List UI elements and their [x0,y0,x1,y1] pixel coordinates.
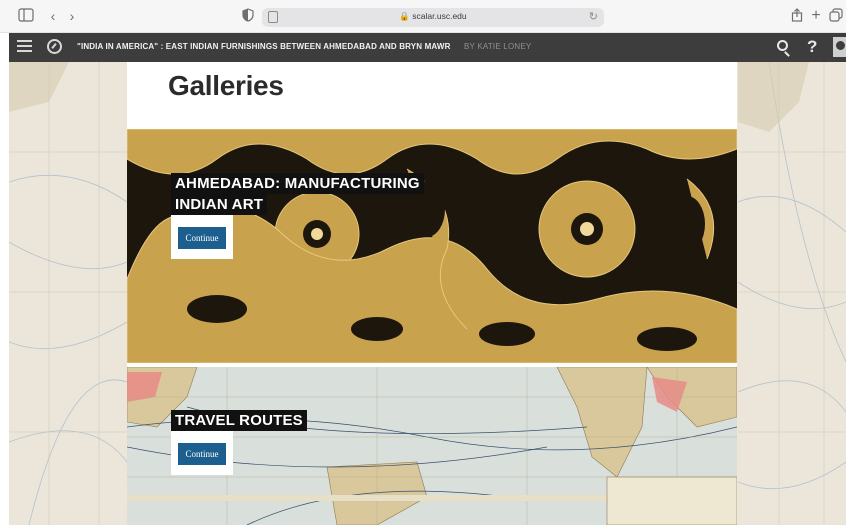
search-icon[interactable] [777,40,788,51]
user-icon[interactable] [833,37,846,57]
tabs-overview-icon[interactable] [828,8,844,24]
url-value: scalar.usc.edu [412,11,467,21]
forward-icon[interactable]: › [64,8,80,24]
button-container: Continue [171,431,233,475]
gallery-card-travel-routes[interactable]: TRAVEL ROUTES Continue [127,367,737,525]
button-container: Continue [171,215,233,259]
help-icon[interactable]: ? [807,37,817,57]
share-icon[interactable] [789,8,805,24]
main-content: Galleries AHMEDABAD: MANUFACTURING INDIA… [127,62,737,525]
sidebar-toggle-icon[interactable] [18,8,34,24]
continue-button[interactable]: Continue [178,443,226,465]
reload-icon[interactable]: ↻ [589,10,598,23]
shield-icon[interactable] [240,8,256,24]
gallery-title: AHMEDABAD: MANUFACTURING [171,173,424,194]
gallery-title-line2: INDIAN ART [171,194,268,215]
gallery-card-ahmedabad[interactable]: AHMEDABAD: MANUFACTURING INDIAN ART Cont… [127,129,737,363]
new-tab-icon[interactable]: + [808,8,824,24]
compass-icon[interactable] [47,39,62,54]
continue-button[interactable]: Continue [178,227,226,249]
browser-toolbar: ‹ › 🔒 scalar.usc.edu ↻ + [0,0,846,33]
page-title: Galleries [168,70,284,101]
address-bar[interactable]: 🔒 scalar.usc.edu ↻ [262,8,604,27]
url-text: 🔒 scalar.usc.edu [399,11,467,21]
menu-icon[interactable] [17,40,32,53]
book-author: BY KATIE LONEY [464,42,532,51]
book-title[interactable]: "INDIA IN AMERICA" : EAST INDIAN FURNISH… [77,42,451,51]
gallery-title: TRAVEL ROUTES [171,410,307,431]
back-icon[interactable]: ‹ [45,8,61,24]
scalar-header: "INDIA IN AMERICA" : EAST INDIAN FURNISH… [9,33,846,62]
